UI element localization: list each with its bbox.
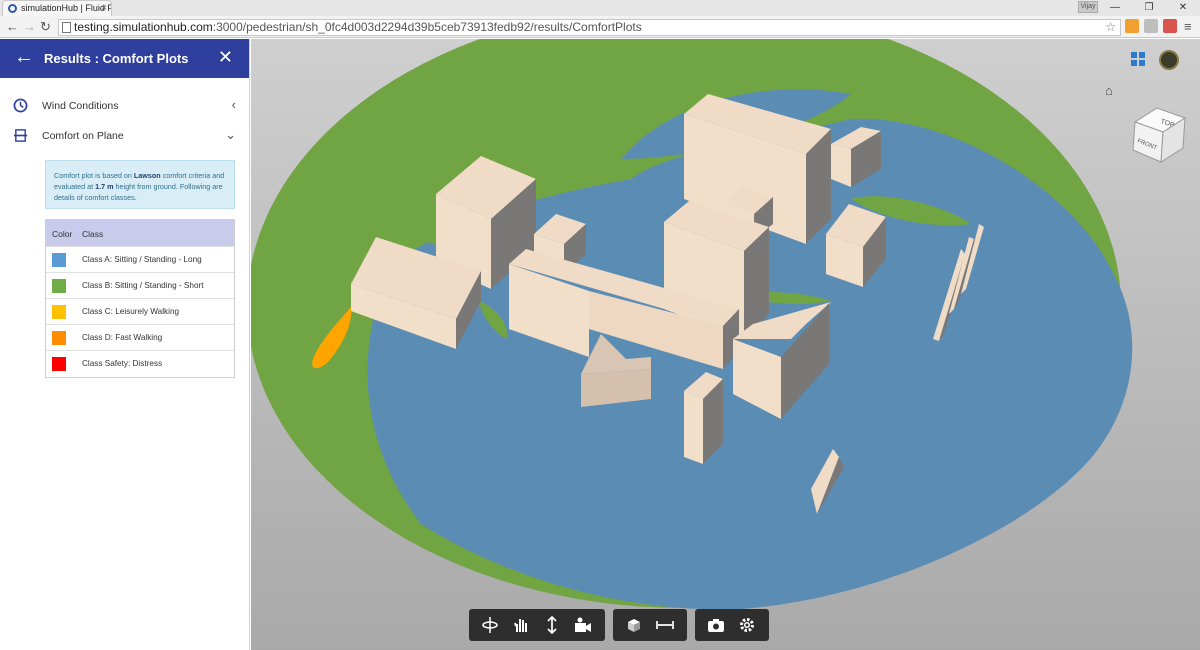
- close-panel-icon[interactable]: ✕: [218, 46, 233, 68]
- color-swatch: [52, 279, 66, 293]
- header-color: Color: [52, 229, 73, 239]
- tab-title: simulationHub | Fluid Flo: [21, 3, 112, 13]
- zoom-button[interactable]: [537, 609, 568, 641]
- chevron-left-icon[interactable]: ‹: [232, 97, 236, 112]
- class-row: Class D: Fast Walking: [46, 324, 234, 350]
- header-class: Class: [82, 229, 104, 239]
- plane-slice-icon: [13, 129, 28, 142]
- home-view-icon[interactable]: ⌂: [1105, 84, 1119, 98]
- forward-nav-icon[interactable]: →: [23, 19, 36, 35]
- class-row: Class A: Sitting / Standing - Long: [46, 246, 234, 272]
- extension-red-icon[interactable]: [1163, 19, 1177, 33]
- settings-button[interactable]: [732, 609, 763, 641]
- model-browser-button[interactable]: [619, 609, 650, 641]
- section-comfort-on-plane[interactable]: Comfort on Plane ⌄: [0, 122, 250, 150]
- screenshot-button[interactable]: [701, 609, 732, 641]
- zoom-icon: [547, 616, 557, 634]
- model-browser-icon: [628, 619, 640, 632]
- back-arrow-icon[interactable]: ←: [14, 47, 34, 67]
- back-nav-icon[interactable]: ←: [6, 19, 19, 35]
- class-row: Class B: Sitting / Standing - Short: [46, 272, 234, 298]
- pan-icon: [514, 619, 527, 632]
- page-icon: [62, 22, 71, 33]
- 3d-viewport[interactable]: [251, 39, 1200, 650]
- orbit-icon: [482, 617, 498, 633]
- maximize-button[interactable]: ❐: [1132, 0, 1166, 16]
- class-label: Class C: Leisurely Walking: [82, 307, 180, 316]
- comfort-class-table: Color Class Class A: Sitting / Standing …: [45, 219, 235, 378]
- measure-icon: [656, 621, 674, 629]
- browser-titlebar: simulationHub | Fluid Flo × Vijay — ❐ ✕: [0, 0, 1200, 16]
- info-text: Comfort plot is based on: [54, 171, 134, 180]
- view-cube[interactable]: TOP FRONT: [1125, 104, 1195, 166]
- model-tools: [613, 609, 687, 641]
- orbit-button[interactable]: [475, 609, 506, 641]
- window-controls: Vijay — ❐ ✕: [1078, 0, 1200, 16]
- site-favicon-icon: [8, 4, 17, 13]
- pan-button[interactable]: [506, 609, 537, 641]
- comfort-plot-scene: [251, 39, 1133, 610]
- class-label: Class Safety: Distress: [82, 359, 163, 368]
- address-bar: ← → ↻ testing.simulationhub.com:3000/ped…: [0, 16, 1200, 38]
- browser-menu-icon[interactable]: ≡: [1184, 19, 1192, 35]
- class-label: Class B: Sitting / Standing - Short: [82, 281, 204, 290]
- viewer-toolbar: [469, 609, 769, 641]
- url-input[interactable]: testing.simulationhub.com:3000/pedestria…: [58, 19, 1121, 36]
- output-tools: [695, 609, 769, 641]
- clock-icon: [13, 98, 28, 113]
- minimize-button[interactable]: —: [1098, 0, 1132, 16]
- measure-button[interactable]: [650, 609, 681, 641]
- camera-fly-icon: [575, 617, 591, 632]
- settings-icon: [740, 618, 754, 632]
- layout-grid-icon[interactable]: [1131, 52, 1145, 66]
- extension-g-icon[interactable]: [1144, 19, 1158, 33]
- color-swatch: [52, 357, 66, 371]
- color-swatch: [52, 305, 66, 319]
- class-label: Class D: Fast Walking: [82, 333, 163, 342]
- class-row: Class Safety: Distress: [46, 350, 234, 376]
- extension-chart-icon[interactable]: [1125, 19, 1139, 33]
- url-path: :3000/pedestrian/sh_0fc4d003d2294d39b5ce…: [212, 20, 642, 34]
- tab-close-icon[interactable]: ×: [101, 1, 107, 16]
- info-height: 1.7 m: [95, 182, 114, 191]
- comfort-info-box: Comfort plot is based on Lawson comfort …: [45, 160, 235, 209]
- bookmark-star-icon[interactable]: ☆: [1105, 20, 1116, 35]
- sidebar-title: Results : Comfort Plots: [44, 51, 189, 66]
- camera-fly-button[interactable]: [568, 609, 599, 641]
- section-label: Comfort on Plane: [42, 130, 124, 142]
- user-avatar[interactable]: [1159, 50, 1179, 70]
- class-row: Class C: Leisurely Walking: [46, 298, 234, 324]
- navigation-tools: [469, 609, 605, 641]
- section-wind-conditions[interactable]: Wind Conditions ‹: [0, 92, 250, 120]
- info-criteria: Lawson: [133, 171, 161, 180]
- user-profile-badge[interactable]: Vijay: [1078, 1, 1098, 13]
- screenshot-icon: [708, 619, 724, 632]
- class-label: Class A: Sitting / Standing - Long: [82, 255, 202, 264]
- section-label: Wind Conditions: [42, 100, 119, 112]
- url-host: testing.simulationhub.com: [74, 20, 213, 34]
- results-sidebar: ← Results : Comfort Plots ✕ Wind Conditi…: [0, 39, 250, 650]
- color-swatch: [52, 331, 66, 345]
- browser-tab[interactable]: simulationHub | Fluid Flo ×: [2, 0, 112, 16]
- close-window-button[interactable]: ✕: [1166, 0, 1200, 16]
- table-header: Color Class: [46, 220, 234, 246]
- chevron-down-icon[interactable]: ⌄: [225, 127, 236, 143]
- sidebar-header: ← Results : Comfort Plots ✕: [0, 39, 249, 78]
- color-swatch: [52, 253, 66, 267]
- reload-icon[interactable]: ↻: [40, 19, 51, 35]
